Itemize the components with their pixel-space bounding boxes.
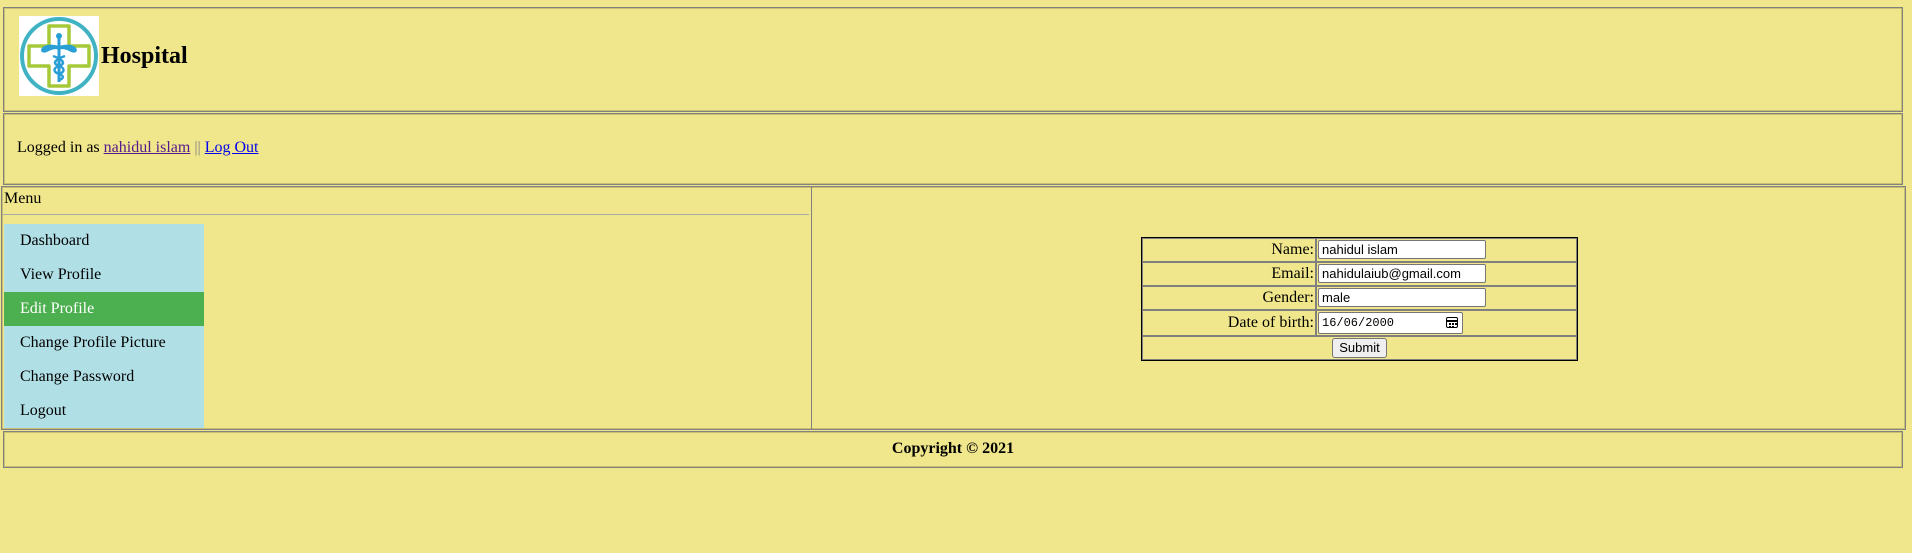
footer: Copyright © 2021	[3, 431, 1903, 468]
main-area: Menu Dashboard View Profile Edit Profile…	[1, 186, 1906, 430]
site-title: Hospital	[101, 43, 188, 69]
menu-title: Menu	[4, 190, 42, 207]
dob-value: 16/06/2000	[1322, 316, 1395, 330]
edit-profile-form: Name: Email: Gender:	[1141, 237, 1578, 361]
menu-item-change-password[interactable]: Change Password	[4, 360, 204, 394]
email-label: Email:	[1142, 262, 1316, 286]
name-label: Name:	[1142, 238, 1316, 262]
user-name-link[interactable]: nahidul islam	[104, 139, 191, 156]
name-cell	[1316, 238, 1577, 262]
menu-item-edit-profile[interactable]: Edit Profile	[4, 292, 204, 326]
menu-list: Dashboard View Profile Edit Profile Chan…	[4, 224, 204, 428]
menu-item-change-profile-picture[interactable]: Change Profile Picture	[4, 326, 204, 360]
menu-sidebar: Menu Dashboard View Profile Edit Profile…	[2, 187, 812, 429]
menu-item-logout[interactable]: Logout	[4, 394, 204, 428]
header: Hospital	[3, 7, 1903, 112]
name-input[interactable]	[1318, 240, 1486, 259]
login-bar: Logged in as nahidul islam || Log Out	[3, 113, 1903, 185]
gender-label: Gender:	[1142, 286, 1316, 310]
hospital-logo	[19, 16, 99, 96]
submit-button[interactable]: Submit	[1332, 338, 1387, 358]
form-row-submit: Submit	[1142, 336, 1577, 360]
page: Hospital Logged in as nahidul islam || L…	[0, 0, 1912, 553]
gender-cell	[1316, 286, 1577, 310]
form-row-gender: Gender:	[1142, 286, 1577, 310]
gender-input[interactable]	[1318, 288, 1486, 307]
login-prefix: Logged in as	[17, 139, 100, 156]
dob-label: Date of birth:	[1142, 310, 1316, 336]
copyright-text: Copyright © 2021	[891, 440, 1015, 457]
calendar-icon[interactable]	[1446, 317, 1458, 328]
login-status: Logged in as nahidul islam || Log Out	[17, 138, 259, 158]
menu-item-dashboard[interactable]: Dashboard	[4, 224, 204, 258]
form-row-name: Name:	[1142, 238, 1577, 262]
caduceus-cross-icon	[20, 17, 98, 95]
menu-item-view-profile[interactable]: View Profile	[4, 258, 204, 292]
log-out-link[interactable]: Log Out	[205, 139, 259, 156]
date-of-birth-input[interactable]: 16/06/2000	[1318, 312, 1463, 334]
email-input[interactable]	[1318, 264, 1486, 283]
login-separator: ||	[194, 139, 201, 156]
submit-cell: Submit	[1142, 336, 1577, 360]
menu-divider	[3, 214, 809, 215]
form-row-dob: Date of birth: 16/06/2000	[1142, 310, 1577, 336]
content-area: Name: Email: Gender:	[812, 187, 1905, 429]
form-row-email: Email:	[1142, 262, 1577, 286]
dob-cell: 16/06/2000	[1316, 310, 1577, 336]
email-cell	[1316, 262, 1577, 286]
